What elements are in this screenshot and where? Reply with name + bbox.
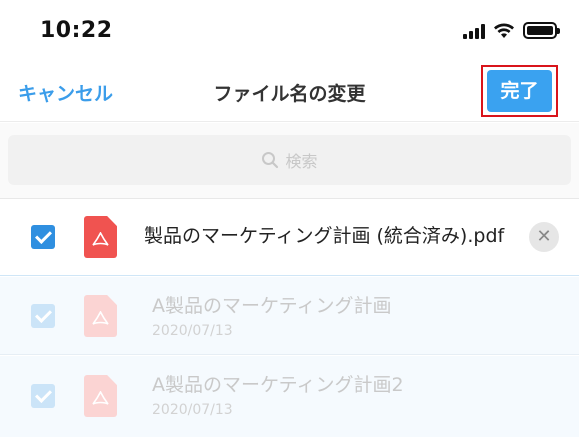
done-button[interactable]: 完了 — [487, 70, 552, 112]
search-placeholder: 検索 — [285, 152, 318, 171]
wifi-icon — [494, 23, 514, 38]
list-item[interactable]: A製品のマーケティング計画2 2020/07/13 — [0, 356, 579, 437]
search-icon — [262, 152, 279, 169]
pdf-file-icon — [84, 216, 117, 258]
status-bar: 10:22 — [0, 0, 579, 62]
list-item[interactable]: A製品のマーケティング計画 2020/07/13 — [0, 277, 579, 355]
status-icons — [463, 22, 560, 39]
file-row-editing: 製品のマーケティング計画 (統合済み).pdf ✕ — [0, 198, 579, 276]
checkbox-checked[interactable] — [31, 304, 55, 328]
file-title: A製品のマーケティング計画2 — [152, 374, 404, 396]
signal-icon — [463, 23, 485, 39]
filename-input[interactable]: 製品のマーケティング計画 (統合済み).pdf — [144, 221, 514, 248]
battery-icon — [523, 22, 560, 39]
file-date: 2020/07/13 — [152, 323, 233, 339]
status-time: 10:22 — [40, 18, 113, 43]
search-area: 検索 — [0, 123, 579, 198]
file-date: 2020/07/13 — [152, 402, 233, 418]
pdf-file-icon — [84, 375, 117, 417]
search-input[interactable]: 検索 — [8, 135, 571, 185]
file-title: A製品のマーケティング計画 — [152, 295, 392, 317]
checkbox-checked[interactable] — [31, 384, 55, 408]
pdf-file-icon — [84, 295, 117, 337]
close-icon: ✕ — [536, 226, 552, 247]
checkbox-checked[interactable] — [31, 225, 55, 249]
clear-text-button[interactable]: ✕ — [529, 222, 559, 252]
